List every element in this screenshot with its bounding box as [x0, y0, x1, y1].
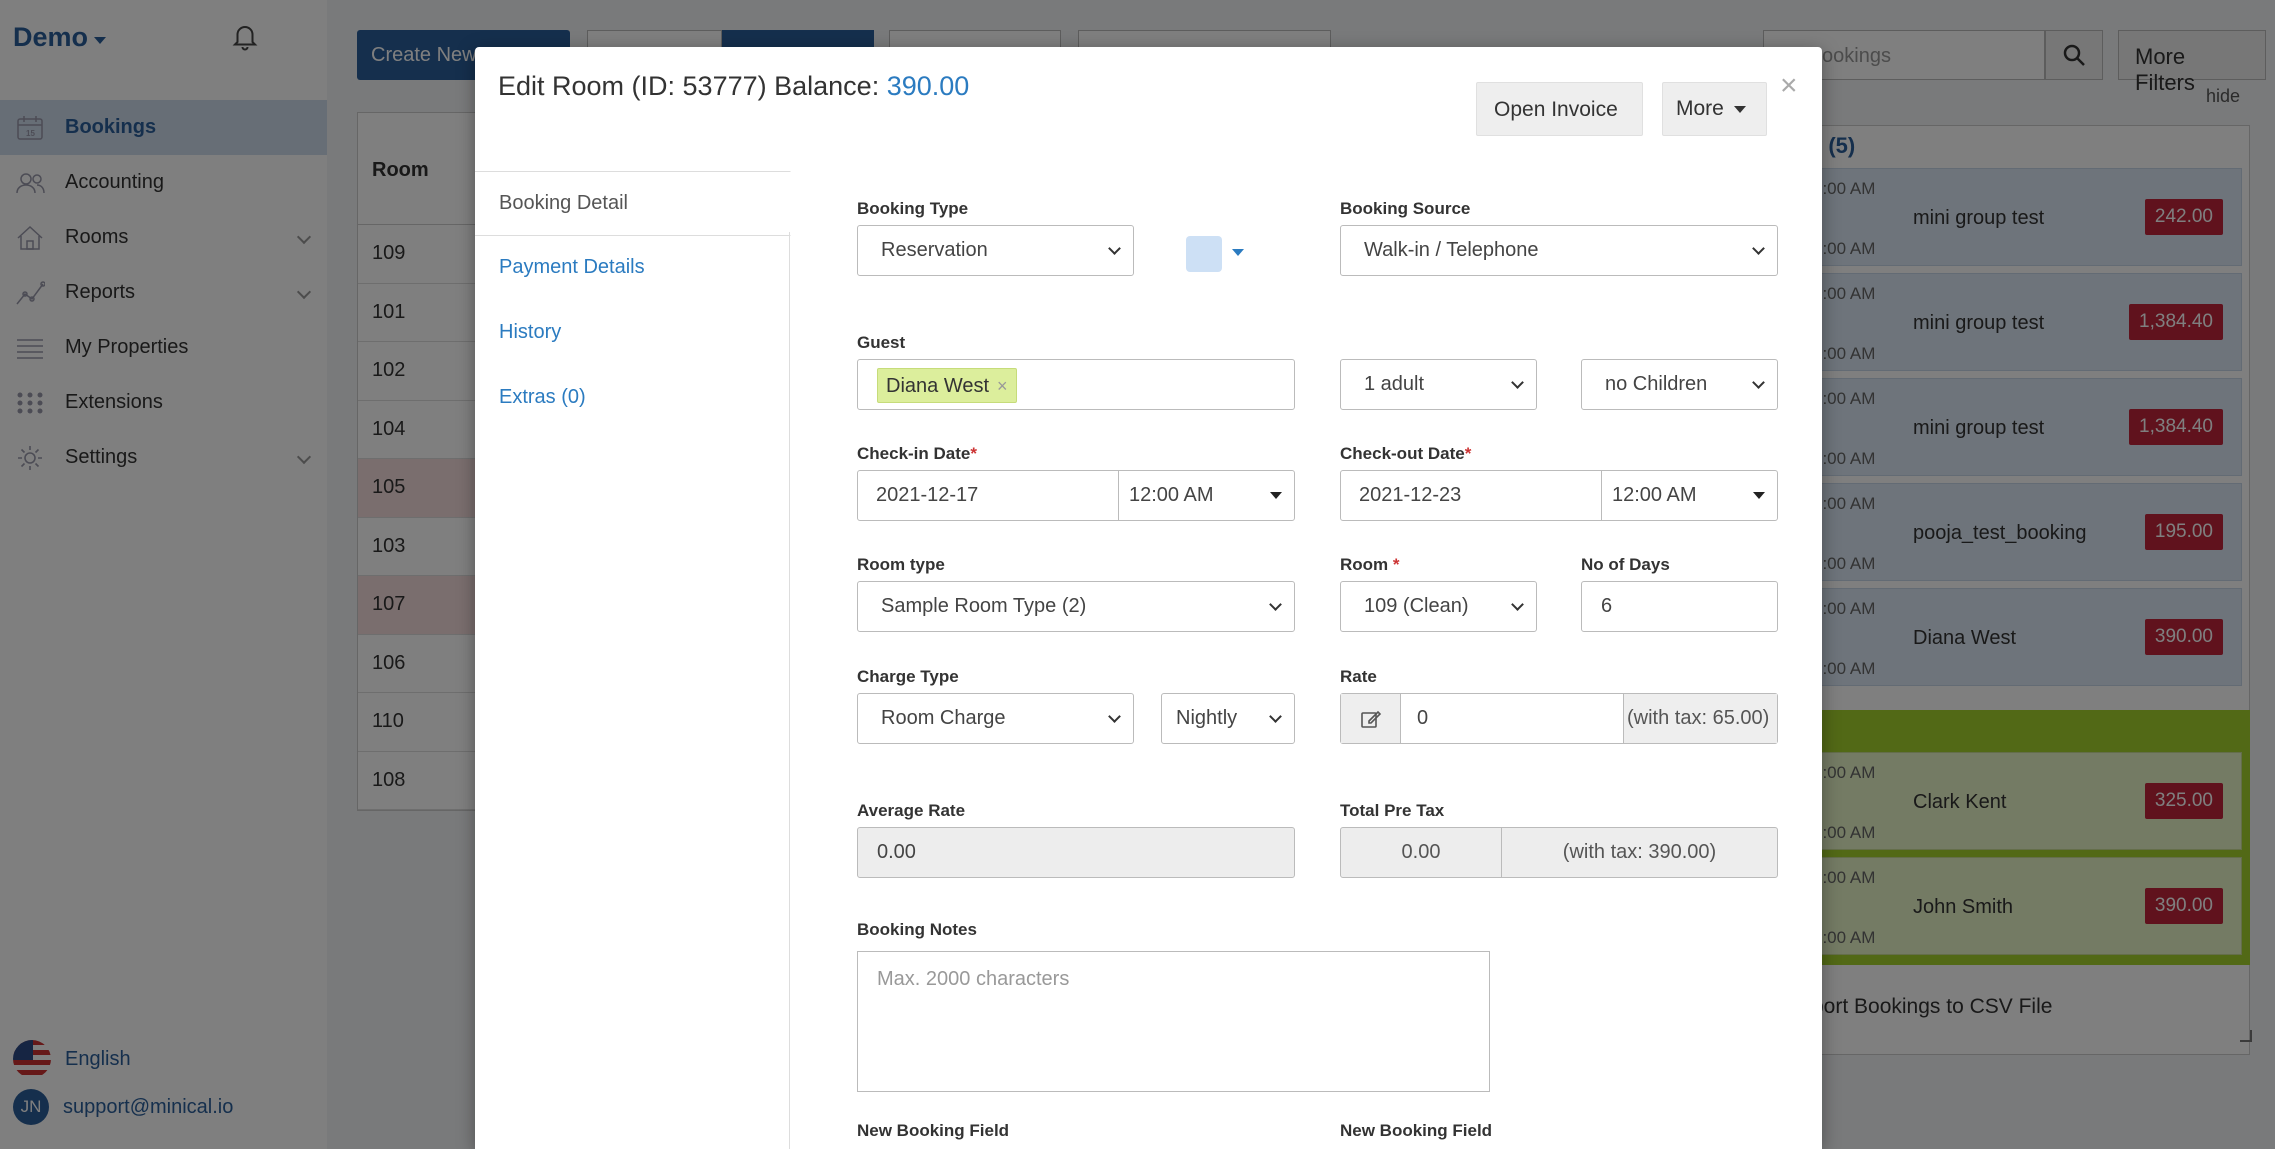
tab-divider: [789, 232, 790, 1149]
guest-tag: Diana West ×: [877, 368, 1017, 403]
total-tax-addon: (with tax: 390.00): [1501, 828, 1777, 877]
checkout-date: 2021-12-23: [1359, 484, 1462, 506]
caret-down-icon: [1733, 105, 1746, 113]
more-dropdown-button[interactable]: More: [1662, 82, 1767, 136]
caret-down-icon[interactable]: [1232, 249, 1244, 256]
days-input[interactable]: 6: [1581, 581, 1778, 632]
charge-frequency-select[interactable]: Nightly: [1161, 693, 1295, 744]
booking-type-label: Booking Type: [857, 199, 969, 218]
guest-input[interactable]: Diana West ×: [857, 359, 1295, 410]
rate-input-group: 0 (with tax: 65.00): [1340, 693, 1778, 744]
checkout-label-text: Check-out Date: [1340, 444, 1465, 463]
close-icon[interactable]: ×: [1780, 69, 1798, 103]
rate-label: Rate: [1340, 667, 1377, 686]
total-pretax-label: Total Pre Tax: [1340, 801, 1445, 820]
rate-tax-addon: (with tax: 65.00): [1623, 694, 1777, 743]
total-pretax-value: 0.00: [1401, 841, 1441, 863]
modal-title-text: Edit Room (ID: 53777) Balance:: [498, 71, 880, 101]
color-swatch[interactable]: [1186, 236, 1222, 272]
booking-notes-label: Booking Notes: [857, 920, 977, 939]
open-invoice-button[interactable]: Open Invoice: [1476, 82, 1643, 136]
booking-source-select[interactable]: Walk-in / Telephone: [1340, 225, 1778, 276]
edit-room-modal: Edit Room (ID: 53777) Balance: 390.00 Op…: [475, 47, 1822, 1149]
rate-input[interactable]: 0: [1417, 707, 1428, 730]
tab-extras[interactable]: Extras (0): [475, 366, 791, 431]
remove-tag-icon[interactable]: ×: [997, 376, 1008, 396]
required-mark: *: [1392, 555, 1400, 574]
charge-type-label: Charge Type: [857, 667, 959, 686]
more-label: More: [1676, 97, 1724, 120]
booking-notes-textarea[interactable]: Max. 2000 characters: [857, 951, 1490, 1092]
checkout-date-input[interactable]: 2021-12-23 12:00 AM: [1340, 470, 1778, 521]
checkout-time-select[interactable]: 12:00 AM: [1601, 471, 1777, 520]
total-pretax-group: 0.00 (with tax: 390.00): [1340, 827, 1778, 878]
modal-title: Edit Room (ID: 53777) Balance: 390.00: [498, 71, 969, 102]
days-label: No of Days: [1581, 555, 1670, 574]
required-mark: *: [1464, 444, 1472, 463]
tab-payment-details[interactable]: Payment Details: [475, 236, 791, 301]
checkout-label: Check-out Date*: [1340, 444, 1471, 464]
room-select[interactable]: 109 (Clean): [1340, 581, 1537, 632]
checkin-date: 2021-12-17: [876, 484, 979, 506]
room-label: Room *: [1340, 555, 1400, 575]
guest-tag-label: Diana West: [886, 375, 990, 397]
required-mark: *: [970, 444, 977, 463]
avg-rate-input: 0.00: [857, 827, 1295, 878]
new-booking-field-label: New Booking Field: [857, 1121, 1010, 1140]
new-booking-field-label: New Booking Field: [1340, 1121, 1493, 1140]
booking-source-label: Booking Source: [1340, 199, 1471, 218]
room-type-label: Room type: [857, 555, 945, 574]
checkin-label-text: Check-in Date: [857, 444, 971, 463]
modal-tabs: Booking Detail Payment Details History E…: [475, 171, 791, 431]
tab-history[interactable]: History: [475, 301, 791, 366]
edit-icon[interactable]: [1341, 694, 1401, 743]
room-type-select[interactable]: Sample Room Type (2): [857, 581, 1295, 632]
avg-rate-label: Average Rate: [857, 801, 966, 820]
charge-type-select[interactable]: Room Charge: [857, 693, 1134, 744]
adults-select[interactable]: 1 adult: [1340, 359, 1537, 410]
guest-label: Guest: [857, 333, 906, 352]
balance-value: 390.00: [886, 71, 970, 101]
checkin-date-input[interactable]: 2021-12-17 12:00 AM: [857, 470, 1295, 521]
checkin-time-select[interactable]: 12:00 AM: [1118, 471, 1294, 520]
booking-type-select[interactable]: Reservation: [857, 225, 1134, 276]
checkin-label: Check-in Date*: [857, 444, 977, 464]
children-select[interactable]: no Children: [1581, 359, 1778, 410]
tab-booking-detail[interactable]: Booking Detail: [475, 171, 791, 236]
room-label-text: Room: [1340, 555, 1389, 574]
